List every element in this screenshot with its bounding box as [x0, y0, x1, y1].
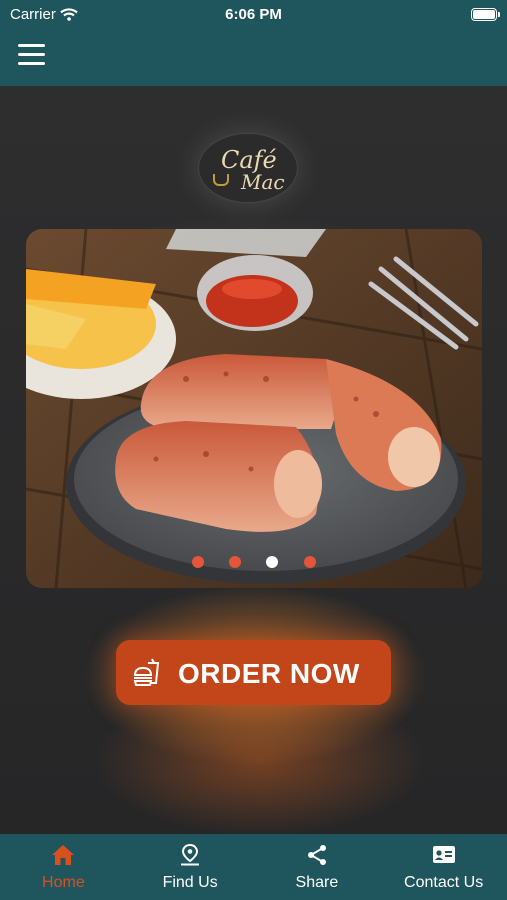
tab-home-label: Home — [42, 874, 85, 891]
tab-home[interactable]: Home — [0, 834, 127, 900]
status-time: 6:06 PM — [225, 6, 282, 23]
order-now-label: ORDER NOW — [178, 658, 360, 689]
top-bar: Carrier 6:06 PM — [0, 0, 507, 86]
tab-contact-us[interactable]: Contact Us — [380, 834, 507, 900]
contact-card-icon — [432, 846, 455, 863]
battery-icon — [471, 8, 500, 21]
home-icon — [52, 845, 75, 865]
carousel-dot-1[interactable] — [192, 556, 204, 568]
carousel-dot-4[interactable] — [304, 556, 316, 568]
food-carousel[interactable] — [26, 229, 482, 588]
tab-find-us[interactable]: Find Us — [127, 834, 254, 900]
tab-share[interactable]: Share — [254, 834, 381, 900]
coffee-cup-icon — [213, 174, 229, 186]
tab-find-us-label: Find Us — [162, 874, 218, 891]
carousel-dot-3[interactable] — [266, 556, 278, 568]
order-now-button[interactable]: ORDER NOW — [116, 640, 391, 705]
food-image — [26, 229, 482, 588]
hamburger-icon[interactable] — [18, 44, 45, 66]
cafe-logo: Café Mac — [198, 133, 298, 203]
tab-contact-us-label: Contact Us — [404, 874, 484, 891]
share-icon — [307, 845, 326, 865]
logo-text-mac: Mac — [241, 170, 285, 194]
location-pin-icon — [181, 844, 200, 866]
tab-share-label: Share — [295, 874, 339, 891]
takeaway-food-icon — [133, 658, 160, 686]
carousel-dot-2[interactable] — [229, 556, 241, 568]
status-bar: Carrier 6:06 PM — [0, 0, 507, 28]
bottom-tab-bar: Home Find Us Share Contact Us — [0, 834, 507, 900]
